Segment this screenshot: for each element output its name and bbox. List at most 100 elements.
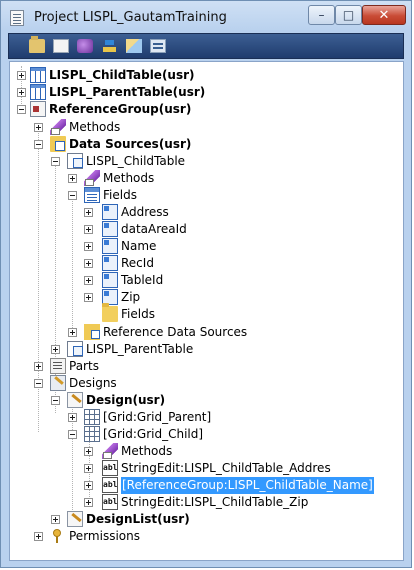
field-icon	[102, 272, 118, 288]
tree-item[interactable]: Designs	[10, 375, 403, 392]
expand-icon[interactable]	[84, 208, 93, 217]
expand-icon[interactable]	[84, 447, 93, 456]
tree-item-label: LISPL_ParentTable(usr)	[49, 85, 206, 99]
datasource-table-icon	[67, 153, 83, 169]
methods-icon	[84, 170, 100, 186]
tree-item-label: Name	[121, 239, 157, 253]
title-bar[interactable]: Project LISPL_GautamTraining – □ ✕	[1, 1, 411, 33]
expand-icon[interactable]	[17, 88, 26, 97]
tree-item[interactable]: LISPL_ChildTable	[10, 153, 403, 170]
tree-item-label: Data Sources(usr)	[69, 137, 192, 151]
expand-icon[interactable]	[84, 276, 93, 285]
field-icon	[102, 221, 118, 237]
expand-icon[interactable]	[84, 498, 93, 507]
tree-item[interactable]: abl StringEdit:LISPL_ChildTable_Zip	[10, 494, 403, 511]
fields-icon	[84, 187, 100, 203]
methods-icon	[50, 119, 66, 135]
filter-icon[interactable]	[126, 39, 142, 53]
tree-item-label: Address	[121, 205, 169, 219]
layout-icon[interactable]	[150, 39, 166, 53]
tree-item[interactable]: Methods	[10, 119, 403, 136]
tree-item[interactable]: RecId	[10, 255, 403, 272]
collapse-icon[interactable]	[68, 191, 77, 200]
expand-icon[interactable]	[68, 328, 77, 337]
tree-item-label: LISPL_ChildTable(usr)	[49, 68, 195, 82]
folder-icon	[102, 303, 118, 322]
tree-item-label: LISPL_ChildTable	[86, 154, 186, 168]
tree-item[interactable]: TableId	[10, 272, 403, 289]
collapse-icon[interactable]	[51, 157, 60, 166]
collapse-icon[interactable]	[51, 396, 60, 405]
minimize-button[interactable]: –	[308, 5, 335, 25]
tree-item-label: RecId	[121, 256, 154, 270]
field-icon	[102, 204, 118, 220]
tree-item[interactable]: abl StringEdit:LISPL_ChildTable_Addres	[10, 460, 403, 477]
tree-item[interactable]: LISPL_ParentTable(usr)	[10, 84, 403, 101]
tree-item[interactable]: Parts	[10, 358, 403, 375]
stringedit-icon: abl	[102, 460, 118, 476]
expand-icon[interactable]	[17, 71, 26, 80]
collapse-icon[interactable]	[68, 430, 77, 439]
tree-item[interactable]: DesignList(usr)	[10, 511, 403, 528]
expand-icon[interactable]	[34, 532, 43, 541]
tree-item[interactable]: Fields	[10, 187, 403, 204]
design-icon	[67, 392, 83, 408]
tree-item[interactable]: Reference Data Sources	[10, 324, 403, 341]
expand-icon[interactable]	[68, 174, 77, 183]
expand-icon[interactable]	[84, 225, 93, 234]
tree-item-label: Zip	[121, 290, 141, 304]
tree-item-label: [Grid:Grid_Child]	[103, 427, 204, 441]
tree-item[interactable]: Zip	[10, 289, 403, 306]
collapse-icon[interactable]	[34, 379, 43, 388]
tree-item[interactable]: Address	[10, 204, 403, 221]
maximize-button[interactable]: □	[335, 5, 362, 25]
project-tree[interactable]: LISPL_ChildTable(usr) LISPL_ParentTable(u…	[9, 61, 404, 561]
tree-item-label: Design(usr)	[86, 393, 166, 407]
tree-item[interactable]: dataAreaId	[10, 221, 403, 238]
expand-icon[interactable]	[51, 515, 60, 524]
collapse-icon[interactable]	[34, 140, 43, 149]
tree-item-label: Fields	[121, 307, 155, 321]
expand-icon[interactable]	[51, 345, 60, 354]
expand-icon[interactable]	[34, 362, 43, 371]
tree-item[interactable]: Methods	[10, 170, 403, 187]
expand-icon[interactable]	[84, 259, 93, 268]
expand-icon[interactable]	[84, 464, 93, 473]
expand-icon[interactable]	[68, 413, 77, 422]
expand-icon[interactable]	[84, 481, 93, 490]
open-folder-icon[interactable]	[29, 36, 45, 53]
methods-icon	[102, 443, 118, 459]
close-button[interactable]: ✕	[362, 5, 406, 25]
expand-icon[interactable]	[84, 242, 93, 251]
tree-item[interactable]: Fields	[10, 303, 403, 323]
expand-icon[interactable]	[84, 293, 93, 302]
tree-item-label: Methods	[121, 444, 173, 458]
tree-item-label: Permissions	[69, 529, 140, 543]
expand-icon[interactable]	[34, 123, 43, 132]
field-icon	[102, 255, 118, 271]
window-title: Project LISPL_GautamTraining	[34, 10, 227, 25]
tree-item[interactable]: abl [ReferenceGroup:LISPL_ChildTable_Name…	[10, 476, 403, 495]
tree-item[interactable]: Methods	[10, 443, 403, 460]
tree-item[interactable]: Design(usr)	[10, 392, 403, 409]
tree-item[interactable]: Permissions	[10, 528, 403, 545]
project-toolbar	[8, 33, 404, 59]
collapse-icon[interactable]	[17, 105, 26, 114]
tree-item-label: Designs	[69, 376, 117, 390]
tree-item[interactable]: ReferenceGroup(usr)	[10, 101, 403, 118]
grid-icon	[84, 409, 100, 425]
import-icon[interactable]	[102, 39, 118, 53]
tree-item[interactable]: LISPL_ChildTable(usr)	[10, 67, 403, 84]
tree-item-label: DesignList(usr)	[86, 512, 190, 526]
tree-item[interactable]: Name	[10, 238, 403, 255]
tree-item[interactable]: [Grid:Grid_Parent]	[10, 409, 403, 426]
stringedit-icon: abl	[102, 477, 118, 493]
table-icon	[30, 67, 46, 83]
tree-item-label: Reference Data Sources	[103, 325, 248, 339]
tree-item[interactable]: Data Sources(usr)	[10, 136, 403, 153]
tree-item[interactable]: LISPL_ParentTable	[10, 341, 403, 358]
compile-icon[interactable]	[77, 39, 93, 53]
tree-item[interactable]: [Grid:Grid_Child]	[10, 426, 403, 443]
properties-icon[interactable]	[53, 39, 69, 53]
tree-item-label: [ReferenceGroup:LISPL_ChildTable_Name]	[120, 476, 375, 495]
